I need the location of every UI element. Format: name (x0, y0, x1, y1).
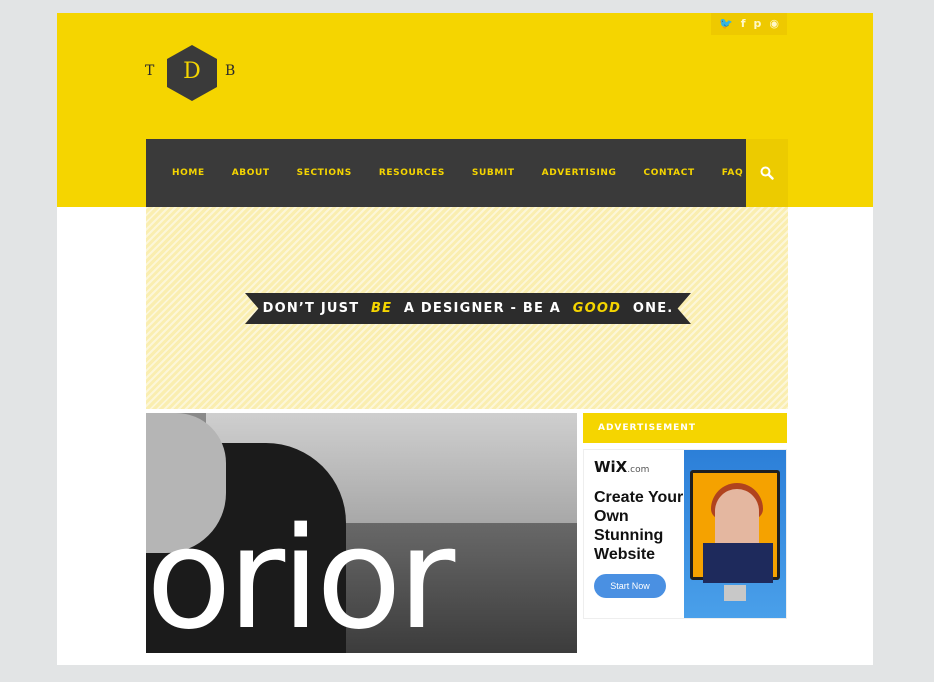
social-links: 🐦 f p ◉ (711, 13, 787, 35)
tagline-ribbon: DON’T JUST BE A DESIGNER - BE A GOOD ONE… (245, 293, 691, 324)
logo-letter-d: D (183, 59, 201, 84)
featured-title-overlay: orior (146, 498, 455, 654)
monitor-screen (690, 470, 780, 583)
tagline-emphasis-be: BE (370, 301, 393, 316)
nav-about[interactable]: ABOUT (232, 168, 270, 178)
nav-resources[interactable]: RESOURCES (379, 168, 445, 178)
tagline-banner: DON’T JUST BE A DESIGNER - BE A GOOD ONE… (146, 207, 788, 409)
nav-faq[interactable]: FAQ (722, 168, 744, 178)
nav-home[interactable]: HOME (172, 168, 205, 178)
pinterest-icon[interactable]: p (754, 13, 762, 35)
tagline-part-1: DON’T JUST (262, 301, 365, 316)
wix-logo: WiX.com (594, 458, 649, 476)
ad-headline: Create Your Own Stunning Website (594, 489, 684, 563)
rss-icon[interactable]: ◉ (769, 13, 779, 35)
main-nav: HOME ABOUT SECTIONS RESOURCES SUBMIT ADV… (146, 139, 746, 207)
featured-article-image[interactable]: orior (146, 413, 577, 653)
nav-advertising[interactable]: ADVERTISING (542, 168, 617, 178)
ad-text-panel: WiX.com Create Your Own Stunning Website… (584, 450, 684, 618)
ad-start-now-button[interactable]: Start Now (594, 574, 666, 598)
nav-submit[interactable]: SUBMIT (472, 168, 515, 178)
advertisement-label: ADVERTISEMENT (583, 413, 787, 443)
page: 🐦 f p ◉ T D B HOME ABOUT SECTIONS RESOUR… (57, 13, 873, 665)
nav-sections[interactable]: SECTIONS (297, 168, 352, 178)
ad-image-panel (684, 450, 786, 618)
ad-brand-suffix: .com (627, 465, 650, 475)
logo-letter-t: T (145, 63, 155, 79)
site-logo[interactable]: T D B (145, 45, 241, 101)
logo-letter-b: B (225, 63, 236, 79)
facebook-icon[interactable]: f (741, 13, 746, 35)
search-icon (760, 166, 774, 180)
tagline-emphasis-good: GOOD (572, 301, 622, 316)
advertisement-banner[interactable]: WiX.com Create Your Own Stunning Website… (583, 449, 787, 619)
ad-brand: WiX (594, 458, 628, 476)
ad-model-shirt (703, 543, 773, 583)
tagline-part-3: ONE. (627, 301, 674, 316)
monitor-stand (724, 585, 746, 601)
nav-contact[interactable]: CONTACT (644, 168, 695, 178)
search-button[interactable] (746, 139, 788, 207)
twitter-icon[interactable]: 🐦 (719, 13, 733, 35)
tagline-part-2: A DESIGNER - BE A (398, 301, 567, 316)
